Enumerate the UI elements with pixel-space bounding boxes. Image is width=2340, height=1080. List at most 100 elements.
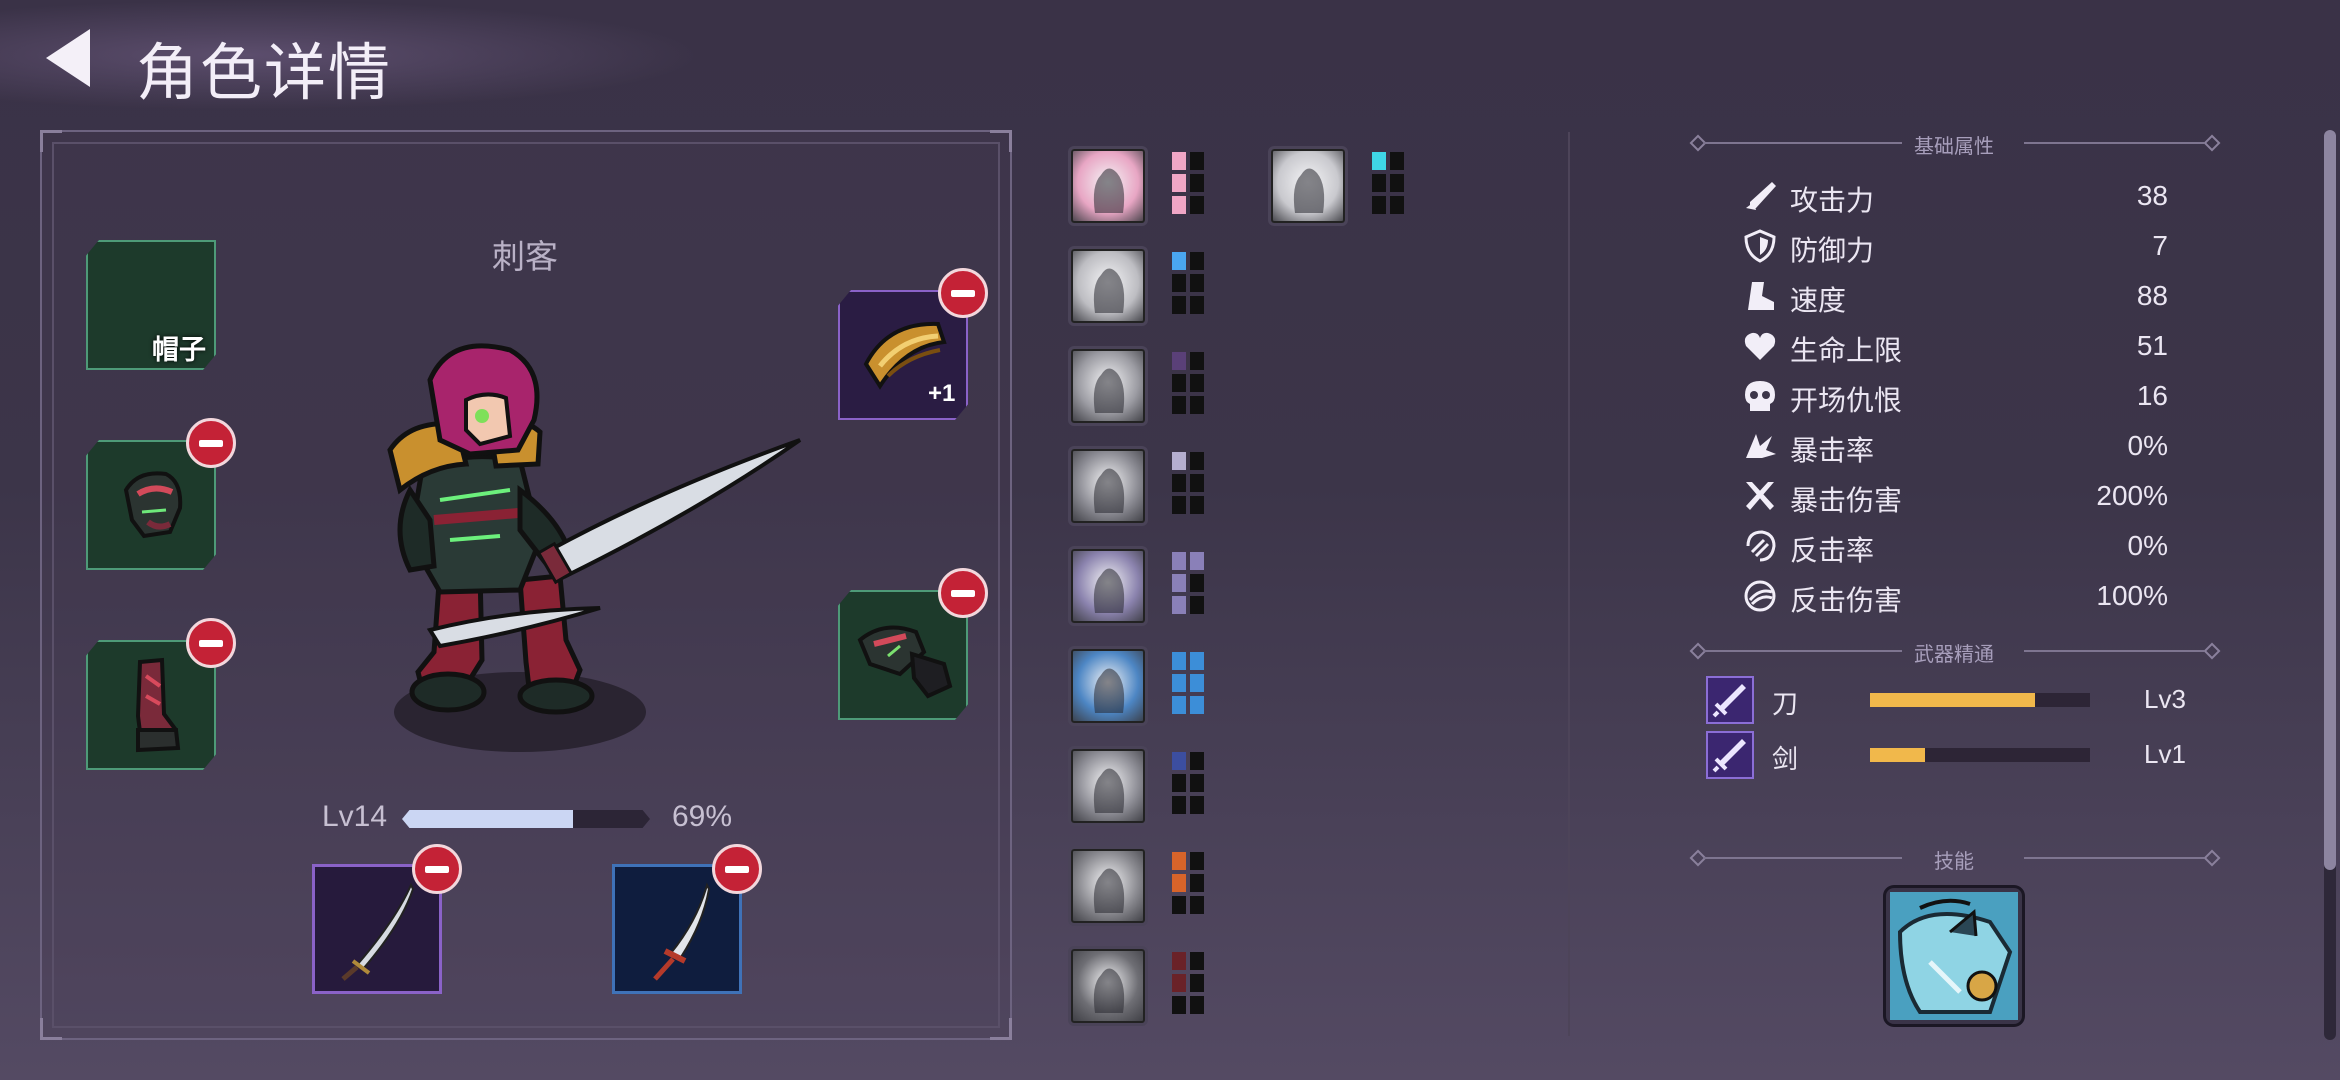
- weapon-mastery-icon: [1706, 731, 1754, 779]
- trait-pip: [1172, 896, 1186, 914]
- counter-icon: [1742, 528, 1778, 564]
- panel-corner: [990, 1018, 1012, 1040]
- trait-pip: [1190, 674, 1204, 692]
- trait-pip: [1172, 996, 1186, 1014]
- stat-label: 生命上限: [1790, 335, 1903, 366]
- trait-pip: [1372, 174, 1386, 192]
- scrollbar-thumb[interactable]: [2324, 130, 2336, 870]
- basic-stats-title: 基础属性: [1914, 136, 1994, 158]
- sword-icon: [653, 882, 711, 981]
- trait-pip: [1172, 752, 1186, 770]
- trait-pip: [1190, 552, 1204, 570]
- trait-spirit-icon[interactable]: [1268, 146, 1348, 226]
- chest-armor-icon: [123, 471, 183, 539]
- xp-bar-fill: [402, 810, 574, 828]
- trait-pip: [1190, 352, 1204, 370]
- stat-label: 攻击力: [1790, 185, 1875, 216]
- section-diamond: [2203, 134, 2221, 152]
- skill-slot[interactable]: [1886, 888, 2022, 1024]
- stat-label: 反击伤害: [1790, 585, 1903, 616]
- trait-figure: [1293, 168, 1325, 213]
- stat-value: 38: [2136, 180, 2168, 211]
- trait-skull-icon[interactable]: [1068, 846, 1148, 926]
- remove-boots-button[interactable]: [186, 618, 236, 668]
- trait-pip: [1172, 452, 1186, 470]
- trait-pip: [1190, 452, 1204, 470]
- shield-icon: [1742, 228, 1778, 264]
- gloves-icon: [857, 625, 953, 699]
- boot-icon: [1742, 278, 1778, 314]
- trait-pip: [1172, 774, 1186, 792]
- scrollbar[interactable]: [2324, 130, 2336, 1040]
- trait-pips: [1172, 252, 1208, 318]
- trait-pip: [1172, 252, 1186, 270]
- stat-value: 88: [2136, 280, 2168, 311]
- trait-pips: [1172, 652, 1208, 718]
- section-line: [2024, 142, 2204, 144]
- trait-kick-icon[interactable]: [1068, 146, 1148, 226]
- trait-pips: [1172, 452, 1208, 518]
- trait-pip: [1190, 852, 1204, 870]
- trait-pip: [1190, 896, 1204, 914]
- trait-beast-icon[interactable]: [1068, 946, 1148, 1026]
- section-line: [1704, 142, 1902, 144]
- remove-chest-armor-button[interactable]: [186, 418, 236, 468]
- trait-pip: [1190, 796, 1204, 814]
- trait-pip: [1190, 696, 1204, 714]
- character-level: Lv14: [322, 800, 388, 833]
- trait-armor-icon[interactable]: [1068, 246, 1148, 326]
- trait-pip: [1190, 996, 1204, 1014]
- remove-shoulder-button[interactable]: [938, 268, 988, 318]
- trait-pip: [1172, 152, 1186, 170]
- section-line: [1704, 857, 1902, 859]
- stat-label: 反击率: [1790, 535, 1875, 566]
- trait-pip: [1172, 474, 1186, 492]
- remove-secondary-weapon-button[interactable]: [712, 844, 762, 894]
- trait-pip: [1172, 696, 1186, 714]
- weapon-mastery-bar: [1870, 748, 2090, 762]
- trait-pip: [1172, 596, 1186, 614]
- trait-pip: [1190, 296, 1204, 314]
- xp-bar: [402, 810, 650, 828]
- trait-pip: [1390, 196, 1404, 214]
- back-button[interactable]: [40, 25, 100, 91]
- weapon-mastery-level: Lv1: [2144, 739, 2186, 769]
- hat-slot[interactable]: 帽子: [86, 240, 216, 370]
- remove-primary-weapon-button[interactable]: [412, 844, 462, 894]
- stat-value: 7: [2152, 230, 2168, 261]
- weapon-mastery-bar: [1870, 693, 2090, 707]
- trait-pip: [1190, 374, 1204, 392]
- sword-icon: [1742, 178, 1778, 214]
- trait-figure: [1093, 968, 1125, 1013]
- trait-pip: [1172, 196, 1186, 214]
- trait-pip: [1172, 796, 1186, 814]
- trait-brawler-icon[interactable]: [1068, 646, 1148, 726]
- trait-pip: [1190, 752, 1204, 770]
- blade-icon: [1712, 739, 1746, 773]
- stat-value: 51: [2136, 330, 2168, 361]
- trait-hooded-icon[interactable]: [1068, 746, 1148, 826]
- skull-icon: [1742, 378, 1778, 414]
- trait-pips: [1372, 152, 1408, 218]
- trait-pip: [1172, 874, 1186, 892]
- trait-pip: [1172, 574, 1186, 592]
- weapon-mastery-name: 剑: [1772, 744, 1799, 774]
- trait-pips: [1172, 152, 1208, 218]
- weapon-mastery-icon: [1706, 676, 1754, 724]
- trait-fist-icon[interactable]: [1068, 446, 1148, 526]
- stat-label: 开场仇恨: [1790, 385, 1903, 416]
- stat-value: 200%: [2096, 480, 2168, 511]
- stat-value: 0%: [2127, 530, 2168, 561]
- upgrade-badge: +1: [928, 380, 956, 407]
- trait-figure: [1093, 668, 1125, 713]
- trait-figure: [1093, 868, 1125, 913]
- remove-gloves-button[interactable]: [938, 568, 988, 618]
- trait-figure: [1093, 268, 1125, 313]
- trait-warrior-icon[interactable]: [1068, 546, 1148, 626]
- trait-shadow-icon[interactable]: [1068, 346, 1148, 426]
- trait-pip: [1172, 974, 1186, 992]
- skill-shark-icon: [1890, 892, 2018, 1020]
- trait-pip: [1190, 596, 1204, 614]
- stat-value: 0%: [2127, 430, 2168, 461]
- trait-figure: [1093, 368, 1125, 413]
